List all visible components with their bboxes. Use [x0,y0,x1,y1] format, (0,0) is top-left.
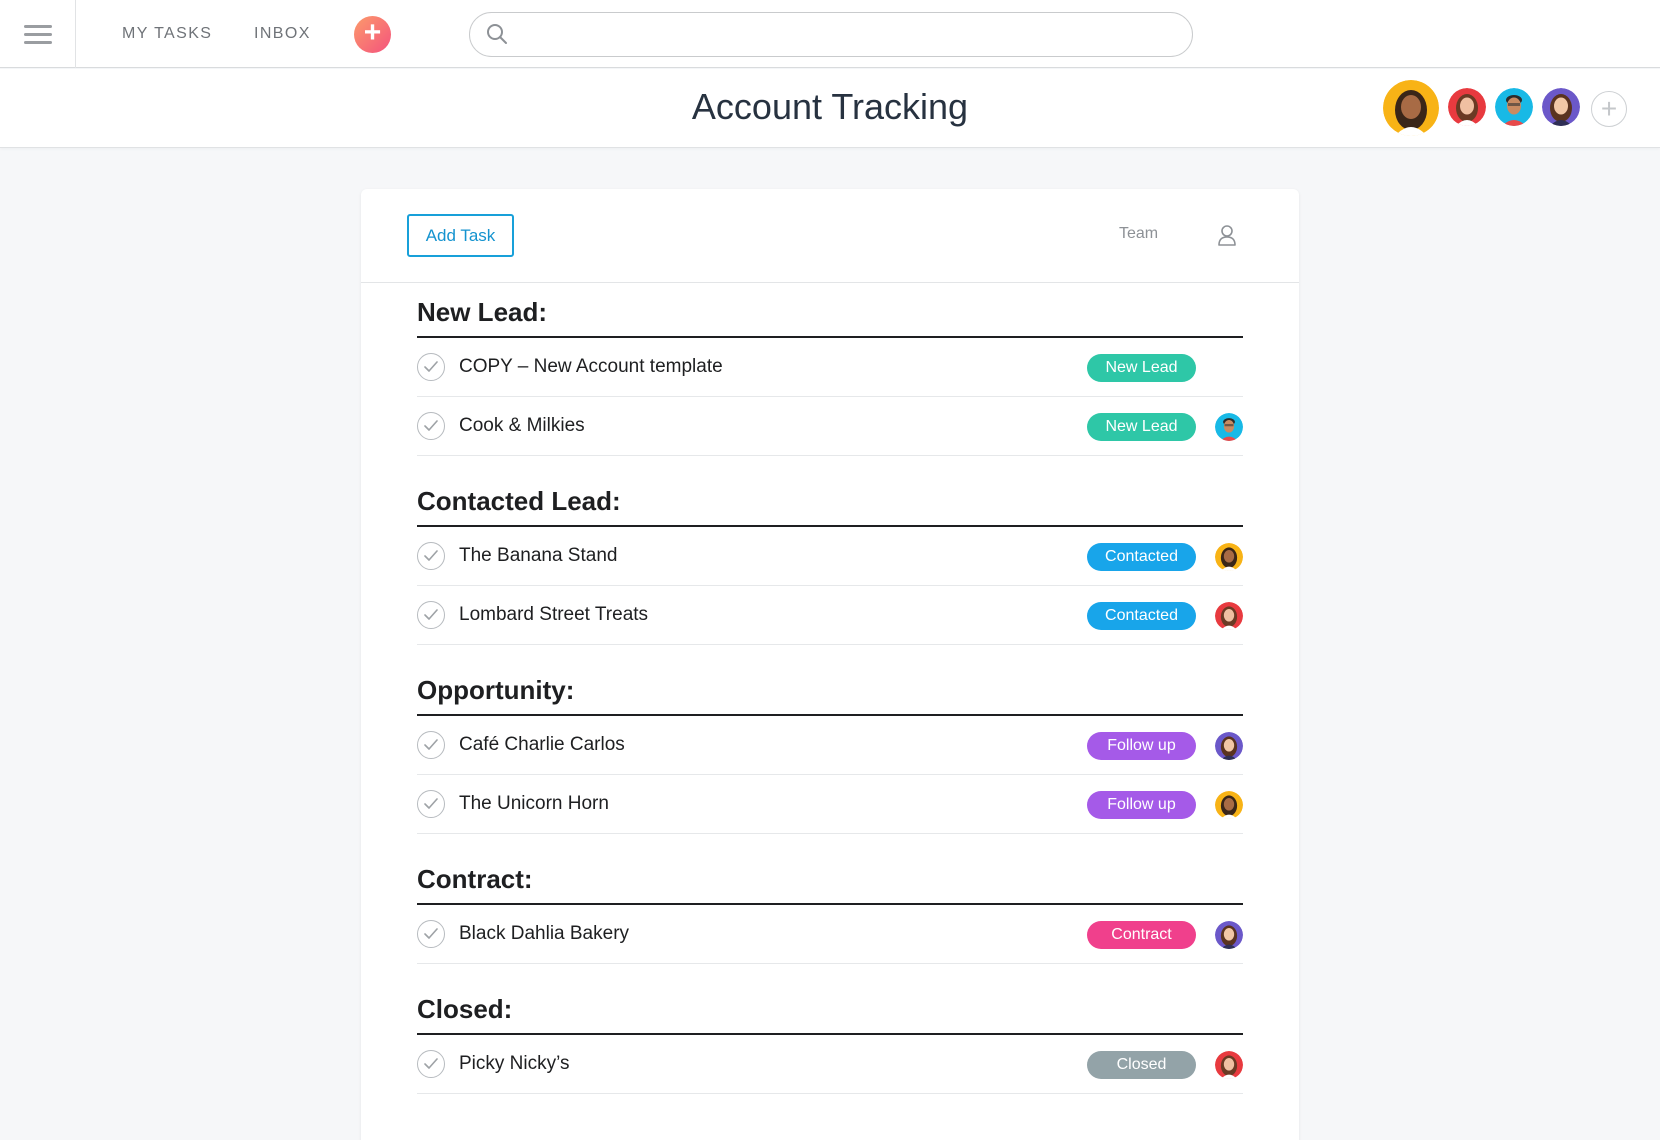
nav-my-tasks[interactable]: MY TASKS [122,25,212,43]
task-name[interactable]: The Unicorn Horn [459,793,609,815]
complete-checkbox-icon[interactable] [417,1050,445,1078]
member-avatar-woman-red[interactable] [1448,88,1486,126]
assignee-avatar-woman-red[interactable] [1215,602,1243,630]
list-toolbar: Add Task Team [361,189,1299,283]
task-list-card: Add Task Team New Lead: COPY – New Accoun… [361,189,1299,1140]
task-name[interactable]: Picky Nicky’s [459,1053,570,1075]
assignee-avatar-woman-yellow[interactable] [1215,791,1243,819]
task-name[interactable]: Lombard Street Treats [459,604,648,626]
assignee-avatar-man-cyan[interactable] [1215,413,1243,441]
assignee-avatar-woman-yellow[interactable] [1215,543,1243,571]
status-tag[interactable]: Contacted [1087,602,1196,630]
task-name[interactable]: Black Dahlia Bakery [459,923,629,945]
task-name[interactable]: The Banana Stand [459,545,617,567]
task-row[interactable]: Cook & Milkies New Lead [417,397,1243,456]
task-row[interactable]: The Banana Stand Contacted [417,527,1243,586]
status-tag[interactable]: Contract [1087,921,1196,949]
section-title: Contacted Lead: [417,486,621,516]
hamburger-menu-icon[interactable] [0,0,76,68]
task-name[interactable]: COPY – New Account template [459,356,723,378]
task-row[interactable]: The Unicorn Horn Follow up [417,775,1243,834]
complete-checkbox-icon[interactable] [417,412,445,440]
task-row[interactable]: Picky Nicky’s Closed [417,1035,1243,1094]
person-icon[interactable] [1217,224,1237,246]
complete-checkbox-icon[interactable] [417,790,445,818]
avatar-woman-purple [1542,88,1580,126]
status-tag[interactable]: Contacted [1087,543,1196,571]
status-tag[interactable]: Closed [1087,1051,1196,1079]
search-icon [487,24,507,44]
search-bar[interactable] [469,12,1193,57]
member-avatar-woman-yellow[interactable] [1383,80,1439,136]
plus-icon: + [363,16,382,49]
task-row[interactable]: COPY – New Account template New Lead [417,338,1243,397]
task-row[interactable]: Black Dahlia Bakery Contract [417,905,1243,964]
task-row[interactable]: Café Charlie Carlos Follow up [417,716,1243,775]
complete-checkbox-icon[interactable] [417,731,445,759]
complete-checkbox-icon[interactable] [417,601,445,629]
assignee-avatar-woman-red[interactable] [1215,1051,1243,1079]
member-avatar-woman-purple[interactable] [1542,88,1580,126]
nav-inbox[interactable]: INBOX [254,25,311,43]
quick-add-button[interactable]: + [354,16,391,53]
add-member-button[interactable]: + [1591,91,1627,127]
avatar-woman-yellow [1383,80,1439,136]
top-bar: MY TASKS INBOX + [0,0,1660,68]
assignee-avatar-woman-purple[interactable] [1215,732,1243,760]
avatar-woman-red [1448,88,1486,126]
member-avatar-man-cyan[interactable] [1495,88,1533,126]
section-title: Opportunity: [417,675,575,705]
status-tag[interactable]: Follow up [1087,732,1196,760]
section-title: Closed: [417,994,513,1024]
team-filter[interactable]: Team [1119,225,1158,243]
complete-checkbox-icon[interactable] [417,542,445,570]
task-name[interactable]: Café Charlie Carlos [459,734,625,756]
add-task-button[interactable]: Add Task [407,214,514,257]
complete-checkbox-icon[interactable] [417,353,445,381]
status-tag[interactable]: Follow up [1087,791,1196,819]
task-name[interactable]: Cook & Milkies [459,415,585,437]
assignee-avatar-woman-purple[interactable] [1215,921,1243,949]
status-tag[interactable]: New Lead [1087,413,1196,441]
avatar-man-cyan [1495,88,1533,126]
plus-icon: + [1600,93,1618,124]
section-title: New Lead: [417,297,548,327]
complete-checkbox-icon[interactable] [417,920,445,948]
section-title: Contract: [417,864,533,894]
task-row[interactable]: Lombard Street Treats Contacted [417,586,1243,645]
status-tag[interactable]: New Lead [1087,354,1196,382]
search-input[interactable] [514,21,1174,49]
